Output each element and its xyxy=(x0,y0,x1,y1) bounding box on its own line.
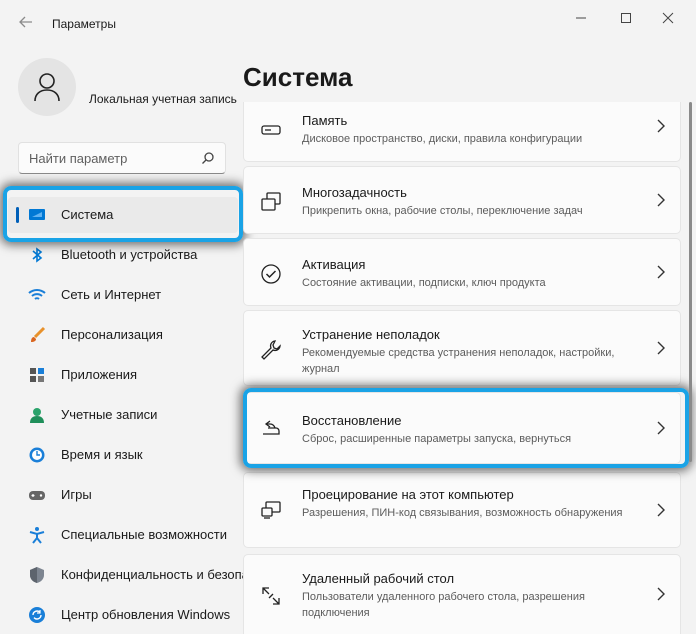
account-icon xyxy=(28,406,46,424)
card-title: Удаленный рабочий стол xyxy=(302,571,455,586)
gaming-icon xyxy=(28,486,46,504)
minimize-icon[interactable] xyxy=(561,8,601,30)
sidebar-item-label: Центр обновления Windows xyxy=(61,607,231,622)
activation-icon xyxy=(260,263,282,285)
multitasking-icon xyxy=(260,191,282,213)
card-description: Разрешения, ПИН-код связывания, возможно… xyxy=(302,507,623,519)
account-name: Локальная учетная запись xyxy=(89,92,237,106)
sidebar-item-personalization[interactable]: Персонализация xyxy=(8,317,238,353)
maximize-icon[interactable] xyxy=(606,8,646,30)
sidebar-item-gaming[interactable]: Игры xyxy=(8,477,238,513)
back-arrow-icon[interactable] xyxy=(18,14,34,30)
apps-icon xyxy=(28,366,46,384)
sidebar-item-privacy[interactable]: Конфиденциальность и безопасность xyxy=(8,557,289,593)
chevron-right-icon xyxy=(656,119,666,136)
remote-desktop-icon xyxy=(260,585,282,607)
chevron-right-icon xyxy=(656,587,666,604)
card-description: Прикрепить окна, рабочие столы, переключ… xyxy=(302,205,583,217)
brush-icon xyxy=(28,326,46,344)
search-input[interactable]: Найти параметр xyxy=(18,142,226,174)
card-description: Состояние активации, подписки, ключ прод… xyxy=(302,277,546,289)
sidebar-item-accessibility[interactable]: Специальные возможности xyxy=(8,517,238,553)
sidebar-item-network[interactable]: Сеть и Интернет xyxy=(8,277,238,313)
sidebar-item-label: Приложения xyxy=(61,367,138,382)
sidebar-item-apps[interactable]: Приложения xyxy=(8,357,238,393)
window-title: Параметры xyxy=(52,17,116,31)
projection-icon xyxy=(260,499,282,521)
chevron-right-icon xyxy=(656,265,666,282)
title-bar: Параметры xyxy=(0,0,696,46)
sidebar-item-label: Учетные записи xyxy=(61,407,158,422)
sidebar-item-bluetooth[interactable]: Bluetooth и устройства xyxy=(8,237,238,273)
sidebar-item-windows-update[interactable]: Центр обновления Windows xyxy=(8,597,238,633)
network-icon xyxy=(28,286,46,304)
card-title: Память xyxy=(302,113,348,128)
shield-icon xyxy=(28,566,46,584)
card-title: Проецирование на этот компьютер xyxy=(302,487,514,502)
sidebar-item-label: Сеть и Интернет xyxy=(61,287,162,302)
card-title: Устранение неполадок xyxy=(302,327,440,342)
accessibility-icon xyxy=(28,526,46,544)
storage-icon xyxy=(260,119,282,141)
search-icon[interactable] xyxy=(201,151,215,170)
sidebar-item-label: Время и язык xyxy=(61,447,143,462)
close-icon[interactable] xyxy=(648,8,688,30)
card-description: Дисковое пространство, диски, правила ко… xyxy=(302,133,583,145)
sidebar-item-label: Bluetooth и устройства xyxy=(61,247,198,262)
troubleshoot-icon xyxy=(260,339,282,361)
highlight-recovery xyxy=(243,388,689,468)
chevron-right-icon xyxy=(656,503,666,520)
sidebar-item-label: Персонализация xyxy=(61,327,163,342)
card-storage[interactable]: Память Дисковое пространство, диски, пра… xyxy=(243,102,681,162)
sidebar-item-label: Специальные возможности xyxy=(61,527,227,542)
chevron-right-icon xyxy=(656,193,666,210)
bluetooth-icon xyxy=(28,246,46,264)
sidebar-item-label: Игры xyxy=(61,487,92,502)
card-multitasking[interactable]: Многозадачность Прикрепить окна, рабочие… xyxy=(243,166,681,234)
card-title: Многозадачность xyxy=(302,185,407,200)
chevron-right-icon xyxy=(656,341,666,358)
sidebar-item-accounts[interactable]: Учетные записи xyxy=(8,397,238,433)
card-description: Пользователи удаленного рабочего стола, … xyxy=(302,591,585,619)
time-language-icon xyxy=(28,446,46,464)
settings-list: Память Дисковое пространство, диски, пра… xyxy=(243,102,683,634)
search-placeholder: Найти параметр xyxy=(29,151,128,166)
card-title: Активация xyxy=(302,257,366,272)
scrollbar[interactable] xyxy=(689,102,692,462)
sidebar-item-time-language[interactable]: Время и язык xyxy=(8,437,238,473)
update-icon xyxy=(28,606,46,624)
user-icon xyxy=(34,73,60,102)
avatar[interactable] xyxy=(18,58,76,116)
card-troubleshoot[interactable]: Устранение неполадок Рекомендуемые средс… xyxy=(243,310,681,386)
card-remote-desktop[interactable]: Удаленный рабочий стол Пользователи удал… xyxy=(243,554,681,634)
card-activation[interactable]: Активация Состояние активации, подписки,… xyxy=(243,238,681,306)
highlight-system xyxy=(3,186,243,242)
page-title: Система xyxy=(243,62,353,92)
card-description: Рекомендуемые средства устранения непола… xyxy=(302,347,615,375)
card-projection[interactable]: Проецирование на этот компьютер Разрешен… xyxy=(243,472,681,548)
